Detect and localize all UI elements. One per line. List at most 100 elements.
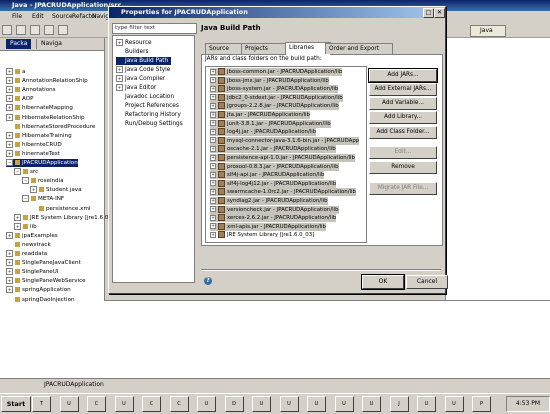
taskbar-button[interactable]: P <box>472 396 491 412</box>
expand-icon[interactable]: + <box>210 171 216 178</box>
add-library-button[interactable]: Add Library... <box>369 111 437 124</box>
new-icon[interactable] <box>2 25 12 35</box>
cancel-button[interactable]: Cancel <box>406 275 448 289</box>
jar-entry[interactable]: + JRE System Library [jre1.6.0_03] <box>210 231 314 239</box>
close-button[interactable]: ✕ <box>434 8 445 18</box>
java-perspective-button[interactable]: Java <box>470 25 506 37</box>
expand-icon[interactable]: + <box>210 137 216 144</box>
expand-icon[interactable]: + <box>6 131 13 139</box>
taskbar-button[interactable]: C <box>87 396 106 412</box>
expand-icon[interactable]: + <box>210 231 216 238</box>
jar-entry[interactable]: + swarmcache-1.0rc2.jar - JPACRUDApplicat… <box>210 188 356 197</box>
tree-item[interactable]: + Student.java <box>30 186 82 194</box>
jar-entry[interactable]: + log4j.jar - JPACRUDApplication/lib <box>210 128 317 137</box>
filter-input[interactable]: type filter text <box>112 23 197 34</box>
add-class-folder-button[interactable]: Add Class Folder... <box>369 126 437 139</box>
tree-item[interactable]: + JRE System Library [jre1.6.0 <box>14 213 108 222</box>
taskbar-button[interactable]: C <box>169 396 189 412</box>
expand-icon[interactable]: + <box>210 120 216 127</box>
jar-entry[interactable]: + jgroups-2.2.8.jar - JPACRUDApplication/… <box>210 102 339 111</box>
jar-entry[interactable]: + mysql-connector-java-3.1.6-bin.jar - JP… <box>210 136 360 145</box>
jar-entry[interactable]: + oscache-2.1.jar - JPACRUDApplication/li… <box>210 145 336 154</box>
run-icon[interactable] <box>58 25 68 35</box>
expand-icon[interactable]: + <box>30 186 37 194</box>
expand-icon[interactable]: + <box>116 66 123 73</box>
expand-icon[interactable]: + <box>6 149 13 157</box>
tree-item[interactable]: + HibernateTraining <box>6 131 72 140</box>
collapse-icon[interactable]: − <box>14 168 21 176</box>
expand-icon[interactable]: + <box>210 206 216 213</box>
tree-item[interactable]: + SinglePaneJavaClient <box>6 259 81 267</box>
taskbar-button[interactable]: U <box>444 396 464 412</box>
expand-icon[interactable]: + <box>6 104 13 112</box>
expand-icon[interactable]: + <box>210 145 216 152</box>
jar-entry[interactable]: + slf4j-api.jar - JPACRUDApplication/lib <box>210 171 325 180</box>
jar-entry[interactable]: + proxool-0.8.3.jar - JPACRUDApplication/… <box>210 162 339 171</box>
debug-icon[interactable] <box>44 25 54 35</box>
jar-entry[interactable]: + versioncheck.jar - JPACRUDApplication/l… <box>210 205 339 214</box>
expand-icon[interactable]: + <box>6 95 13 103</box>
nav-item-run-debug-settings[interactable]: Run/Debug Settings <box>116 120 183 128</box>
taskbar-button[interactable]: U <box>197 396 216 412</box>
expand-icon[interactable]: + <box>210 77 216 84</box>
expand-icon[interactable]: + <box>6 286 13 294</box>
expand-icon[interactable]: + <box>14 222 21 230</box>
tree-item[interactable]: + hinernateTest <box>6 149 60 158</box>
tree-item[interactable]: − roseindia <box>22 177 64 185</box>
tree-item[interactable]: + jpaExamples <box>6 231 58 240</box>
tree-item[interactable]: + AOP <box>6 95 34 103</box>
tree-item[interactable]: + a <box>6 68 25 76</box>
tree-item[interactable]: + SinglePaneWebService <box>6 277 86 285</box>
expand-icon[interactable]: + <box>210 214 216 221</box>
jar-entry[interactable]: + syndiag2.jar - JPACRUDApplication/lib <box>210 197 328 205</box>
help-icon[interactable]: ? <box>204 277 212 285</box>
taskbar-button[interactable]: U <box>307 396 326 412</box>
tree-item[interactable]: springDaoInjection <box>6 296 75 304</box>
expand-icon[interactable]: + <box>210 163 216 170</box>
add-external-jars-button[interactable]: Add External JARs... <box>369 83 437 96</box>
collapse-icon[interactable]: − <box>22 195 29 203</box>
expand-icon[interactable]: + <box>210 94 216 101</box>
expand-icon[interactable]: + <box>210 154 216 161</box>
taskbar-button[interactable]: J <box>389 396 409 412</box>
taskbar-button[interactable]: U <box>252 396 271 412</box>
jar-entry[interactable]: + xerces-2.6.2.jar - JPACRUDApplication/l… <box>210 214 337 223</box>
jar-entry[interactable]: + xml-apis.jar - JPACRUDApplication/lib <box>210 222 326 231</box>
maximize-button[interactable]: □ <box>423 8 434 18</box>
menu-item-navig[interactable]: Navig <box>92 13 109 20</box>
add-variable-button[interactable]: Add Variable... <box>369 97 437 110</box>
jar-entry[interactable]: + jboss-jmx.jar - JPACRUDApplication/lib <box>210 76 329 85</box>
expand-icon[interactable]: + <box>210 85 216 92</box>
menu-item-source[interactable]: Source <box>52 13 73 20</box>
expand-icon[interactable]: + <box>6 259 13 267</box>
tree-item[interactable]: newstrack <box>6 241 51 249</box>
collapse-icon[interactable]: − <box>6 159 13 166</box>
expand-icon[interactable]: + <box>210 188 216 195</box>
expand-icon[interactable]: + <box>210 128 216 135</box>
nav-item-builders[interactable]: Builders <box>116 48 149 56</box>
jar-entry[interactable]: + persistence-api-1.0.jar - JPACRUDApplic… <box>210 154 355 162</box>
tree-item[interactable]: + AnnotationRelationShip <box>6 77 88 85</box>
menu-item-edit[interactable]: Edit <box>32 13 44 20</box>
jar-entry[interactable]: + jboss-system.jar - JPACRUDApplication/l… <box>210 85 339 94</box>
expand-icon[interactable]: + <box>210 111 216 118</box>
tree-item[interactable]: + Annotations <box>6 86 56 94</box>
taskbar-button[interactable]: U <box>417 396 436 412</box>
jar-entry[interactable]: + jdbc2_0-stdext.jar - JPACRUDApplication… <box>210 93 343 102</box>
expand-icon[interactable]: + <box>6 113 13 121</box>
nav-item-java-compiler[interactable]: + Java Compiler <box>116 75 165 83</box>
tab-projects[interactable]: Projects <box>241 43 291 54</box>
tree-item[interactable]: + hibernateMapping <box>6 104 73 112</box>
add-jars-button[interactable]: Add JARs... <box>368 68 438 83</box>
nav-item-java-editor[interactable]: + Java Editor <box>116 84 156 92</box>
taskbar-button[interactable]: D <box>224 396 244 412</box>
jar-entry[interactable]: + jta.jar - JPACRUDApplication/lib <box>210 111 310 119</box>
menu-item-file[interactable]: File <box>12 13 22 20</box>
taskbar-button[interactable]: T <box>32 396 51 412</box>
expand-icon[interactable]: + <box>6 231 13 239</box>
nav-item-javadoc-location[interactable]: Javadoc Location <box>116 93 174 101</box>
jar-entry[interactable]: + junit-3.8.1.jar - JPACRUDApplication/li… <box>210 119 331 128</box>
tree-item[interactable]: − src <box>14 168 38 176</box>
expand-icon[interactable]: + <box>6 140 13 148</box>
tree-item[interactable]: + SinglePaneUI <box>6 268 58 276</box>
